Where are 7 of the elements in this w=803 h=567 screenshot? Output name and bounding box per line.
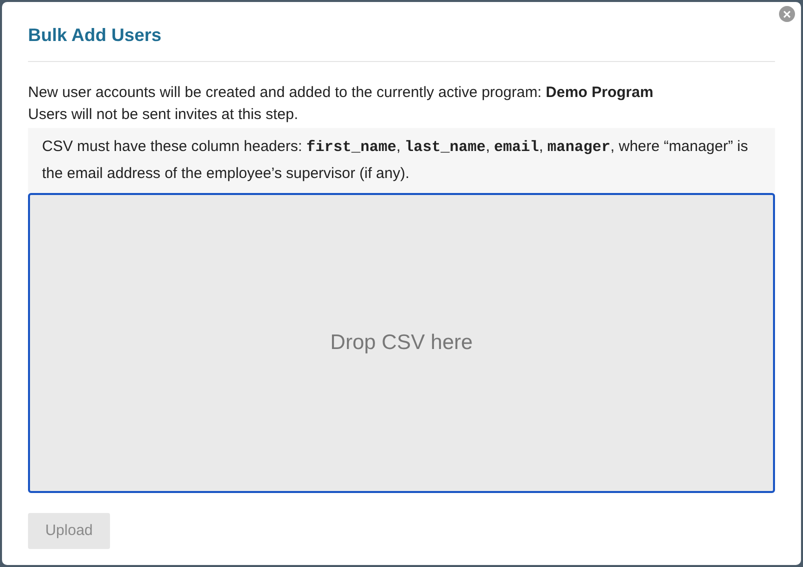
csv-note: CSV must have these column headers: first_name, last_name, email, manager, where “manager” is the email address of the employee’s supervisor (if any). bbox=[42, 137, 749, 184]
intro-text: New user accounts will be created and added to the currently active program: Demo Program bbox=[28, 83, 654, 103]
dialog-title: Bulk Add Users bbox=[28, 24, 162, 47]
invite-note: Users will not be sent invites at this step. bbox=[28, 105, 300, 125]
close-icon[interactable]: × bbox=[779, 6, 795, 22]
drop-zone-label: Drop CSV here bbox=[330, 330, 473, 356]
drop-zone[interactable]: Drop CSV here bbox=[28, 193, 775, 493]
